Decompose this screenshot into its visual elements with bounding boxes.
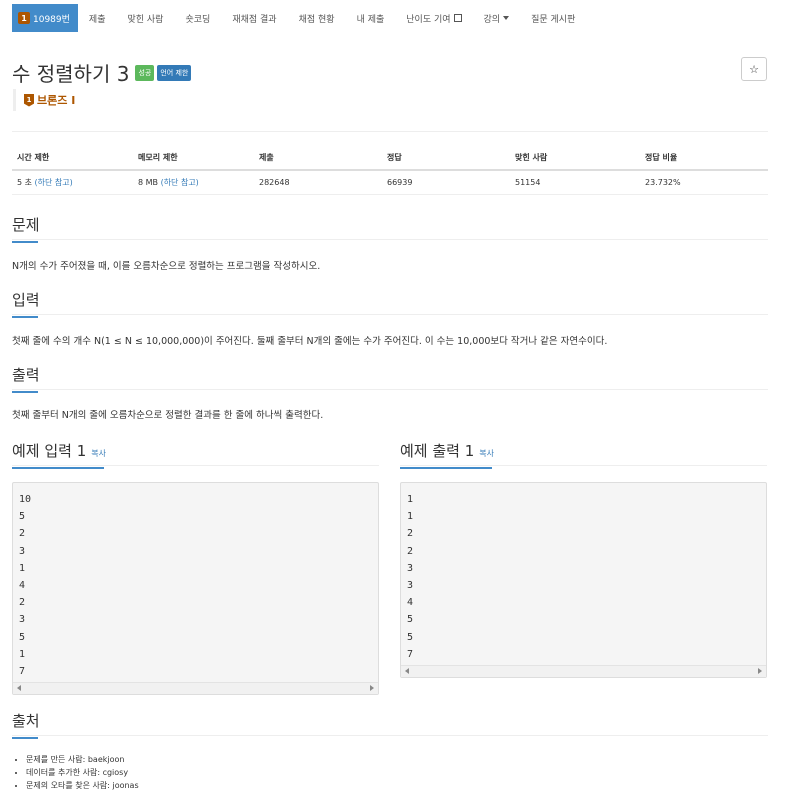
section-underline: [12, 241, 38, 243]
nav-status[interactable]: 채점 현황: [288, 4, 346, 32]
external-link-icon: [453, 14, 462, 22]
copy-input-button[interactable]: 복사: [91, 449, 106, 458]
section-rule: [12, 465, 379, 466]
example-output-title-text: 예제 출력 1: [400, 442, 475, 460]
section-underline: [12, 391, 38, 393]
example-input-title: 예제 입력 1 복사: [12, 440, 106, 469]
section-title-problem-text: 문제: [12, 216, 40, 234]
problem-number-label: 10989번: [33, 14, 70, 25]
page-title: 수 정렬하기 3: [12, 62, 130, 86]
example-input-box[interactable]: 10 5 2 3 1 4 2 3 5 1 7: [12, 482, 379, 695]
example-output-content: 1 1 2 2 3 3 4 5 5 7: [407, 494, 414, 660]
section-title-source: 출처: [12, 710, 40, 739]
nav-difficulty-label: 난이도 기여: [406, 14, 451, 25]
problem-title-row: 수 정렬하기 3 성공 언어 제한: [12, 58, 194, 87]
nav-solvers[interactable]: 맞힌 사람: [116, 4, 174, 32]
header-solvers: 맞힌 사람: [510, 146, 640, 171]
bronze-tier-icon: 1: [18, 12, 30, 24]
example-input-title-text: 예제 입력 1: [12, 442, 87, 460]
section-underline: [400, 467, 492, 469]
example-input-content: 10 5 2 3 1 4 2 3 5 1 7: [19, 494, 32, 678]
copy-output-button[interactable]: 복사: [479, 449, 494, 458]
section-title-output: 출력: [12, 364, 40, 393]
example-output-box[interactable]: 1 1 2 2 3 3 4 5 5 7: [400, 482, 767, 678]
section-title-input-text: 입력: [12, 291, 40, 309]
list-item: 문제의 오타를 찾은 사람: joonas: [26, 779, 139, 792]
section-title-output-text: 출력: [12, 366, 40, 384]
list-item: 문제를 만든 사람: baekjoon: [26, 753, 139, 766]
cell-ratio: 23.732%: [640, 170, 768, 195]
section-underline: [12, 316, 38, 318]
divider: [12, 131, 768, 132]
header-submissions: 제출: [254, 146, 382, 171]
nav-my-submissions[interactable]: 내 제출: [346, 4, 396, 32]
problem-tier: 1 브론즈 I: [13, 89, 75, 111]
horizontal-scrollbar[interactable]: [401, 665, 766, 677]
section-title-source-text: 출처: [12, 712, 40, 730]
nav-submit[interactable]: 제출: [78, 4, 117, 32]
source-list: 문제를 만든 사람: baekjoon 데이터를 추가한 사람: cgiosy …: [26, 753, 139, 792]
scroll-right-icon[interactable]: [370, 685, 374, 691]
nav-question-board[interactable]: 질문 게시판: [520, 4, 586, 32]
header-correct: 정답: [382, 146, 510, 171]
section-rule: [12, 239, 768, 240]
cell-time-limit: 5 초 (하단 참고): [12, 170, 133, 195]
success-label: 성공: [135, 64, 155, 81]
header-ratio: 정답 비율: [640, 146, 768, 171]
input-description: 첫째 줄에 수의 개수 N(1 ≤ N ≤ 10,000,000)이 주어진다.…: [12, 336, 608, 347]
section-title-problem: 문제: [12, 214, 40, 243]
table-header-row: 시간 제한 메모리 제한 제출 정답 맞힌 사람 정답 비율: [12, 146, 768, 171]
output-description: 첫째 줄부터 N개의 줄에 오름차순으로 정렬한 결과를 한 줄에 하나씩 출력…: [12, 410, 324, 421]
header-memory-limit: 메모리 제한: [133, 146, 254, 171]
example-output-title: 예제 출력 1 복사: [400, 440, 494, 469]
time-limit-note-link[interactable]: (하단 참고): [35, 178, 73, 187]
section-rule: [12, 389, 768, 390]
table-row: 5 초 (하단 참고) 8 MB (하단 참고) 282648 66939 51…: [12, 170, 768, 195]
section-rule: [12, 735, 768, 736]
tier-name: 브론즈 I: [37, 94, 76, 107]
cell-memory-limit: 8 MB (하단 참고): [133, 170, 254, 195]
problem-nav: 1 10989번 제출 맞힌 사람 숏코딩 재채점 결과 채점 현황 내 제출 …: [12, 4, 586, 32]
nav-problem-number[interactable]: 1 10989번: [12, 4, 78, 32]
header-time-limit: 시간 제한: [12, 146, 133, 171]
section-underline: [12, 737, 38, 739]
section-rule: [400, 465, 767, 466]
language-restriction-label: 언어 제한: [157, 64, 192, 81]
cell-submissions: 282648: [254, 170, 382, 195]
nav-short-coding[interactable]: 숏코딩: [174, 4, 221, 32]
nav-difficulty-contribution[interactable]: 난이도 기여: [395, 4, 472, 32]
cell-correct: 66939: [382, 170, 510, 195]
section-rule: [12, 314, 768, 315]
nav-lectures[interactable]: 강의: [473, 4, 521, 32]
caret-down-icon: [503, 16, 510, 20]
scroll-right-icon[interactable]: [758, 668, 762, 674]
nav-lectures-label: 강의: [483, 14, 501, 25]
scroll-left-icon[interactable]: [17, 685, 21, 691]
list-item: 데이터를 추가한 사람: cgiosy: [26, 766, 139, 779]
scroll-left-icon[interactable]: [405, 668, 409, 674]
problem-description: N개의 수가 주어졌을 때, 이를 오름차순으로 정렬하는 프로그램을 작성하시…: [12, 261, 321, 272]
cell-solvers: 51154: [510, 170, 640, 195]
memory-limit-note-link[interactable]: (하단 참고): [161, 178, 199, 187]
time-limit-value: 5 초: [17, 177, 32, 187]
problem-info-table: 시간 제한 메모리 제한 제출 정답 맞힌 사람 정답 비율 5 초 (하단 참…: [12, 146, 768, 195]
memory-limit-value: 8 MB: [138, 177, 159, 187]
section-underline: [12, 467, 104, 469]
star-button[interactable]: ☆: [741, 57, 767, 81]
section-title-input: 입력: [12, 289, 40, 318]
horizontal-scrollbar[interactable]: [13, 682, 378, 694]
nav-rejudge-results[interactable]: 재채점 결과: [221, 4, 287, 32]
bronze-tier-icon: 1: [24, 93, 34, 107]
